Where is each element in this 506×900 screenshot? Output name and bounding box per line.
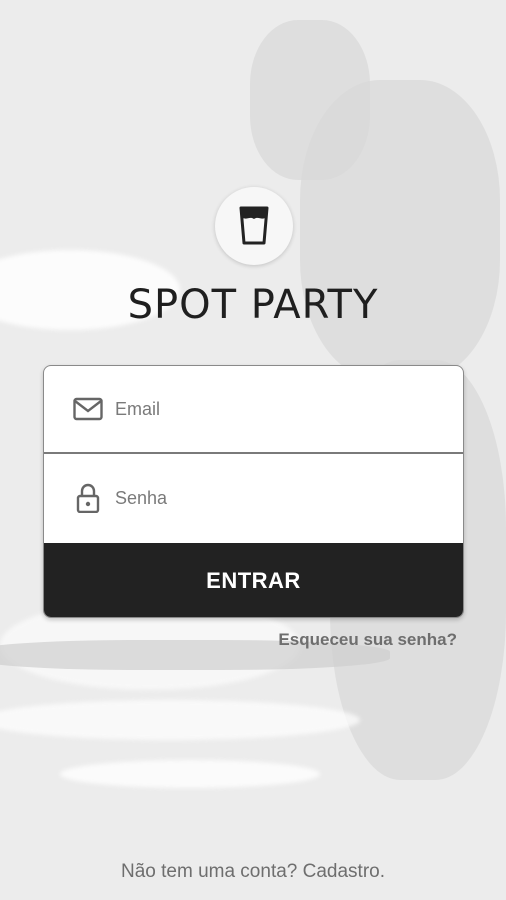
- mail-icon: [71, 392, 105, 426]
- password-field-row: [44, 454, 463, 542]
- signup-link[interactable]: Não tem uma conta? Cadastro.: [0, 861, 506, 883]
- login-card: ENTRAR: [43, 365, 464, 618]
- email-field-row: [44, 366, 463, 454]
- app-title: SPOT PARTY: [127, 282, 379, 328]
- email-input[interactable]: [113, 397, 417, 421]
- password-input[interactable]: [113, 486, 417, 510]
- app-logo: [215, 187, 293, 265]
- lock-icon: [71, 481, 105, 515]
- forgot-password-link[interactable]: Esqueceu sua senha?: [278, 630, 457, 650]
- cup-icon: [239, 206, 269, 245]
- login-button[interactable]: ENTRAR: [44, 543, 463, 617]
